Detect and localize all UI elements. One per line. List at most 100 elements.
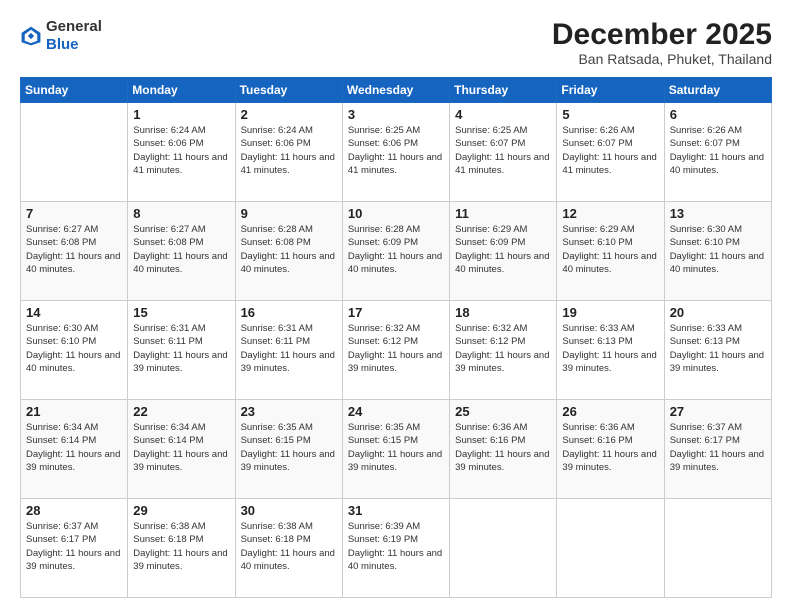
calendar-week-3: 21 Sunrise: 6:34 AM Sunset: 6:14 PM Dayli… [21,400,772,499]
calendar-cell: 6Sunrise: 6:26 AM Sunset: 6:07 PM Daylig… [664,103,771,202]
day-info: Sunrise: 6:27 AM Sunset: 6:08 PM Dayligh… [133,223,229,276]
day-info: Sunrise: 6:24 AM Sunset: 6:06 PM Dayligh… [241,124,337,177]
logo: General Blue [20,18,102,54]
day-info: Sunrise: 6:30 AM Sunset: 6:10 PM Dayligh… [670,223,766,276]
day-number: 20 [670,305,766,320]
calendar-cell: 18 Sunrise: 6:32 AM Sunset: 6:12 PM Dayli… [450,301,557,400]
calendar-cell: 26 Sunrise: 6:36 AM Sunset: 6:16 PM Dayli… [557,400,664,499]
calendar-cell: 12Sunrise: 6:29 AM Sunset: 6:10 PM Dayli… [557,202,664,301]
day-number: 24 [348,404,444,419]
calendar-cell: 28 Sunrise: 6:37 AM Sunset: 6:17 PM Dayli… [21,499,128,598]
calendar-cell: 3 Sunrise: 6:25 AM Sunset: 6:06 PM Daylig… [342,103,449,202]
day-number: 2 [241,107,337,122]
day-info: Sunrise: 6:34 AM Sunset: 6:14 PM Dayligh… [26,421,122,474]
day-info: Sunrise: 6:24 AM Sunset: 6:06 PM Dayligh… [133,124,229,177]
day-info: Sunrise: 6:25 AM Sunset: 6:06 PM Dayligh… [348,124,444,177]
calendar-week-4: 28 Sunrise: 6:37 AM Sunset: 6:17 PM Dayli… [21,499,772,598]
day-info: Sunrise: 6:31 AM Sunset: 6:11 PM Dayligh… [241,322,337,375]
calendar-week-1: 7 Sunrise: 6:27 AM Sunset: 6:08 PM Daylig… [21,202,772,301]
location: Ban Ratsada, Phuket, Thailand [552,51,772,67]
calendar-cell: 16 Sunrise: 6:31 AM Sunset: 6:11 PM Dayli… [235,301,342,400]
day-number: 15 [133,305,229,320]
calendar-cell: 21 Sunrise: 6:34 AM Sunset: 6:14 PM Dayli… [21,400,128,499]
title-block: December 2025 Ban Ratsada, Phuket, Thail… [552,18,772,67]
day-info: Sunrise: 6:35 AM Sunset: 6:15 PM Dayligh… [348,421,444,474]
month-title: December 2025 [552,18,772,51]
calendar-cell: 4 Sunrise: 6:25 AM Sunset: 6:07 PM Daylig… [450,103,557,202]
day-info: Sunrise: 6:37 AM Sunset: 6:17 PM Dayligh… [670,421,766,474]
weekday-header-friday: Friday [557,78,664,103]
calendar-cell: 23 Sunrise: 6:35 AM Sunset: 6:15 PM Dayli… [235,400,342,499]
calendar-cell [557,499,664,598]
calendar-cell: 25 Sunrise: 6:36 AM Sunset: 6:16 PM Dayli… [450,400,557,499]
calendar-cell: 29Sunrise: 6:38 AM Sunset: 6:18 PM Dayli… [128,499,235,598]
day-info: Sunrise: 6:32 AM Sunset: 6:12 PM Dayligh… [455,322,551,375]
day-number: 9 [241,206,337,221]
day-number: 8 [133,206,229,221]
logo-text: General Blue [46,18,102,54]
day-number: 23 [241,404,337,419]
day-number: 5 [562,107,658,122]
calendar-cell: 1 Sunrise: 6:24 AM Sunset: 6:06 PM Daylig… [128,103,235,202]
day-number: 11 [455,206,551,221]
calendar-cell: 19Sunrise: 6:33 AM Sunset: 6:13 PM Dayli… [557,301,664,400]
calendar-cell [664,499,771,598]
calendar-cell: 9 Sunrise: 6:28 AM Sunset: 6:08 PM Daylig… [235,202,342,301]
day-info: Sunrise: 6:32 AM Sunset: 6:12 PM Dayligh… [348,322,444,375]
day-info: Sunrise: 6:36 AM Sunset: 6:16 PM Dayligh… [455,421,551,474]
calendar-week-2: 14 Sunrise: 6:30 AM Sunset: 6:10 PM Dayli… [21,301,772,400]
day-number: 16 [241,305,337,320]
weekday-header-wednesday: Wednesday [342,78,449,103]
day-number: 4 [455,107,551,122]
day-number: 6 [670,107,766,122]
day-number: 26 [562,404,658,419]
day-info: Sunrise: 6:28 AM Sunset: 6:09 PM Dayligh… [348,223,444,276]
day-number: 3 [348,107,444,122]
day-info: Sunrise: 6:35 AM Sunset: 6:15 PM Dayligh… [241,421,337,474]
day-info: Sunrise: 6:39 AM Sunset: 6:19 PM Dayligh… [348,520,444,573]
calendar-cell: 14 Sunrise: 6:30 AM Sunset: 6:10 PM Dayli… [21,301,128,400]
day-info: Sunrise: 6:25 AM Sunset: 6:07 PM Dayligh… [455,124,551,177]
day-number: 29 [133,503,229,518]
weekday-header-sunday: Sunday [21,78,128,103]
calendar-cell: 11 Sunrise: 6:29 AM Sunset: 6:09 PM Dayli… [450,202,557,301]
day-number: 1 [133,107,229,122]
calendar-week-0: 1 Sunrise: 6:24 AM Sunset: 6:06 PM Daylig… [21,103,772,202]
logo-icon [20,25,42,47]
day-info: Sunrise: 6:29 AM Sunset: 6:09 PM Dayligh… [455,223,551,276]
calendar-cell: 8 Sunrise: 6:27 AM Sunset: 6:08 PM Daylig… [128,202,235,301]
calendar: SundayMondayTuesdayWednesdayThursdayFrid… [20,77,772,598]
calendar-cell: 20Sunrise: 6:33 AM Sunset: 6:13 PM Dayli… [664,301,771,400]
day-number: 14 [26,305,122,320]
day-number: 27 [670,404,766,419]
day-number: 28 [26,503,122,518]
day-info: Sunrise: 6:36 AM Sunset: 6:16 PM Dayligh… [562,421,658,474]
day-number: 19 [562,305,658,320]
day-number: 18 [455,305,551,320]
calendar-cell [450,499,557,598]
calendar-body: 1 Sunrise: 6:24 AM Sunset: 6:06 PM Daylig… [21,103,772,598]
day-number: 21 [26,404,122,419]
day-info: Sunrise: 6:34 AM Sunset: 6:14 PM Dayligh… [133,421,229,474]
day-number: 17 [348,305,444,320]
weekday-header-thursday: Thursday [450,78,557,103]
weekday-header-monday: Monday [128,78,235,103]
calendar-cell: 2 Sunrise: 6:24 AM Sunset: 6:06 PM Daylig… [235,103,342,202]
day-number: 13 [670,206,766,221]
weekday-header-row: SundayMondayTuesdayWednesdayThursdayFrid… [21,78,772,103]
day-number: 22 [133,404,229,419]
calendar-cell: 17 Sunrise: 6:32 AM Sunset: 6:12 PM Dayli… [342,301,449,400]
calendar-cell: 7Sunrise: 6:27 AM Sunset: 6:08 PM Daylig… [21,202,128,301]
day-number: 7 [26,206,122,221]
day-info: Sunrise: 6:30 AM Sunset: 6:10 PM Dayligh… [26,322,122,375]
day-info: Sunrise: 6:37 AM Sunset: 6:17 PM Dayligh… [26,520,122,573]
day-number: 31 [348,503,444,518]
calendar-cell: 22 Sunrise: 6:34 AM Sunset: 6:14 PM Dayli… [128,400,235,499]
day-info: Sunrise: 6:38 AM Sunset: 6:18 PM Dayligh… [241,520,337,573]
calendar-cell: 5Sunrise: 6:26 AM Sunset: 6:07 PM Daylig… [557,103,664,202]
day-info: Sunrise: 6:28 AM Sunset: 6:08 PM Dayligh… [241,223,337,276]
day-number: 10 [348,206,444,221]
day-number: 25 [455,404,551,419]
weekday-header-saturday: Saturday [664,78,771,103]
header: General Blue December 2025 Ban Ratsada, … [20,18,772,67]
